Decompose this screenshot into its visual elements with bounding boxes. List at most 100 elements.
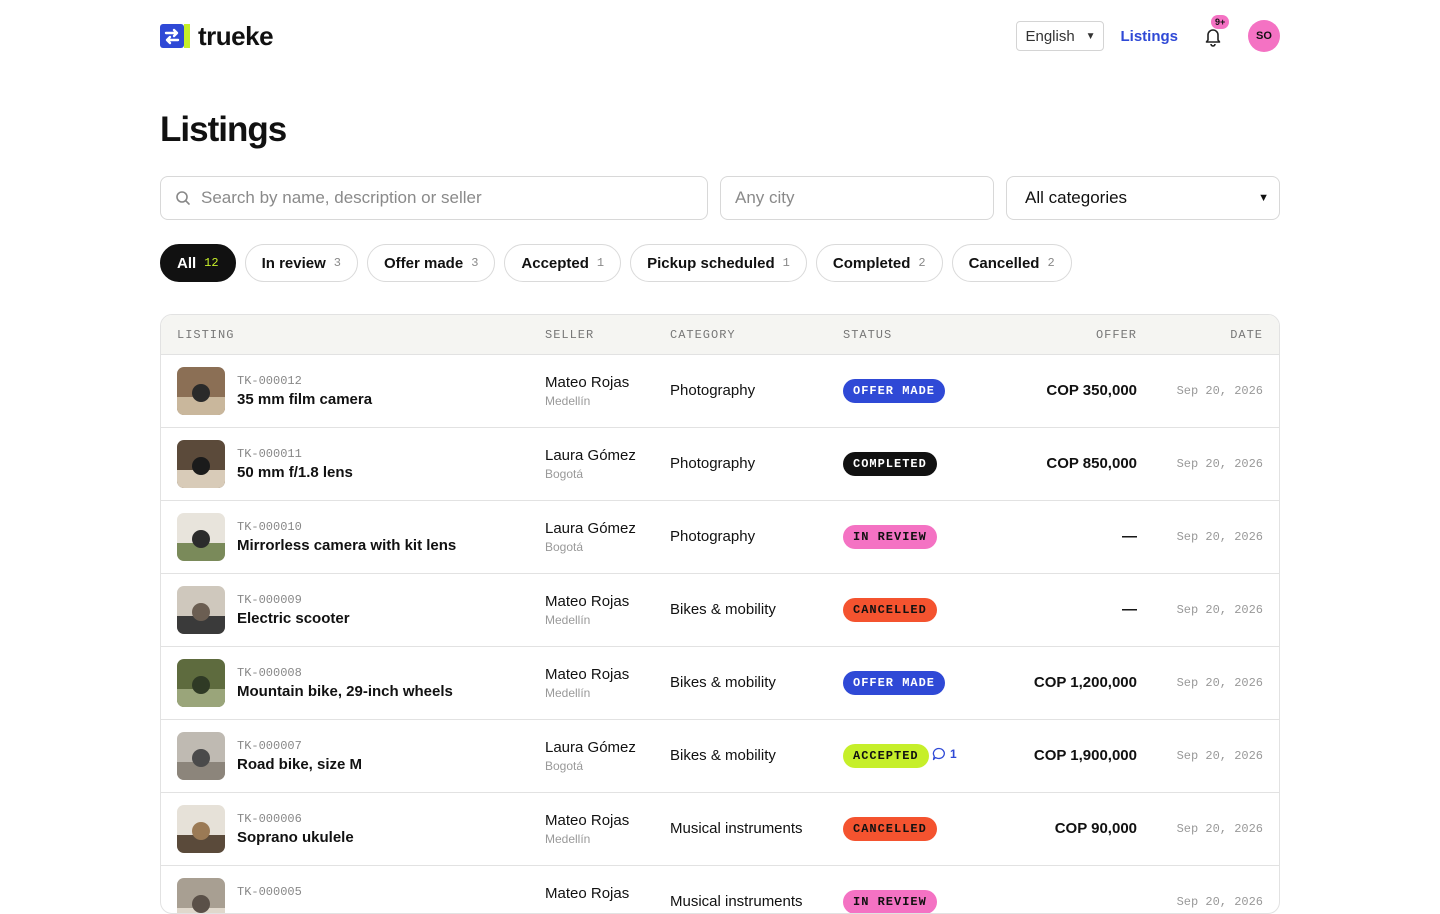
column-header-category[interactable]: CATEGORY <box>670 328 736 342</box>
tab-label: Pickup scheduled <box>647 254 775 272</box>
tab-in-review[interactable]: In review 3 <box>244 244 358 282</box>
seller-city: Medellín <box>545 613 591 627</box>
seller-city: Bogotá <box>545 540 584 554</box>
listing-date: Sep 20, 2026 <box>1176 530 1263 544</box>
table-row[interactable]: TK-000012 35 mm film camera Mateo Rojas Med… <box>161 355 1279 428</box>
chat-bubble-icon <box>932 747 945 761</box>
listing-date: Sep 20, 2026 <box>1176 822 1263 836</box>
city-placeholder: Any city <box>735 188 795 207</box>
listing-category: Photography <box>670 528 756 545</box>
tab-all[interactable]: All 12 <box>160 244 236 282</box>
status-badge: COMPLETED <box>843 452 937 476</box>
column-header-status[interactable]: STATUS <box>843 328 892 342</box>
listing-sku: TK-000012 <box>237 374 302 388</box>
offer-amount: — <box>1122 528 1137 545</box>
table-header: LISTING SELLER CATEGORY STATUS OFFER DAT… <box>161 315 1279 355</box>
table-row[interactable]: TK-000005 Mateo Rojas Musical instruments I… <box>161 866 1279 913</box>
listings-table: LISTING SELLER CATEGORY STATUS OFFER DAT… <box>160 314 1280 914</box>
tab-label: Offer made <box>383 254 464 272</box>
tab-pickup-scheduled[interactable]: Pickup scheduled 1 <box>630 244 807 282</box>
listing-category: Bikes & mobility <box>670 747 776 764</box>
column-header-date[interactable]: DATE <box>1230 328 1263 342</box>
search-input[interactable]: Search by name, description or seller <box>160 176 708 220</box>
listing-date: Sep 20, 2026 <box>1176 676 1263 690</box>
column-header-listing[interactable]: LISTING <box>177 328 234 342</box>
chevron-down-icon: ▼ <box>1085 30 1096 42</box>
nav-right: English ▼ Listings 9+ SO <box>1016 15 1280 52</box>
table-row[interactable]: TK-000009 Electric scooter Mateo Rojas Mede… <box>161 574 1279 647</box>
offer-amount: COP 350,000 <box>1046 382 1137 399</box>
search-icon <box>176 191 190 205</box>
messages-count: 1 <box>950 747 957 761</box>
listing-name[interactable]: Mirrorless camera with kit lens <box>237 537 456 554</box>
seller-city: Medellín <box>545 832 591 846</box>
listing-thumbnail[interactable] <box>177 878 225 913</box>
tab-count: 2 <box>918 256 926 270</box>
page-title: Listings <box>160 110 287 149</box>
listing-sku: TK-000006 <box>237 812 302 826</box>
listing-name[interactable]: 35 mm film camera <box>237 391 372 408</box>
listing-date: Sep 20, 2026 <box>1176 749 1263 763</box>
listing-category: Bikes & mobility <box>670 601 776 618</box>
column-header-seller[interactable]: SELLER <box>545 328 594 342</box>
tab-count: 1 <box>596 256 605 270</box>
seller-name: Laura Gómez <box>545 520 636 537</box>
tab-count: 3 <box>333 256 341 270</box>
brand[interactable]: trueke <box>160 20 274 52</box>
listing-name[interactable]: Road bike, size M <box>237 756 362 773</box>
listing-sku: TK-000011 <box>237 447 302 461</box>
tab-cancelled[interactable]: Cancelled 2 <box>951 244 1072 282</box>
top-bar: trueke English ▼ Listings 9+ SO <box>160 0 1280 72</box>
listing-date: Sep 20, 2026 <box>1176 457 1263 471</box>
listing-name[interactable]: Mountain bike, 29-inch wheels <box>237 683 453 700</box>
tab-completed[interactable]: Completed 2 <box>815 244 943 282</box>
category-value: All categories <box>1025 188 1128 207</box>
trueke-logo-icon <box>160 21 190 51</box>
offer-amount: COP 850,000 <box>1046 455 1137 472</box>
tab-count: 2 <box>1047 256 1055 270</box>
tab-label: In review <box>261 254 326 272</box>
offer-amount: COP 90,000 <box>1054 820 1137 837</box>
column-header-offer[interactable]: OFFER <box>1096 328 1137 342</box>
listing-name[interactable]: Soprano ukulele <box>237 829 354 846</box>
table-row[interactable]: TK-000011 50 mm f/1.8 lens Laura Gómez Bogo… <box>161 428 1279 501</box>
listing-name[interactable]: Electric scooter <box>237 610 350 627</box>
category-select[interactable]: All categories ▼ <box>1006 176 1280 220</box>
table-row[interactable]: TK-000008 Mountain bike, 29-inch wheels Ma… <box>161 647 1279 720</box>
tab-offer-made[interactable]: Offer made 3 <box>366 244 496 282</box>
listing-thumbnail[interactable] <box>177 513 225 561</box>
listing-thumbnail[interactable] <box>177 440 225 488</box>
city-input[interactable]: Any city <box>720 176 994 220</box>
avatar[interactable]: SO <box>1248 20 1280 52</box>
language-select[interactable]: English ▼ <box>1016 21 1105 51</box>
nav-listings-link[interactable]: Listings <box>1120 28 1178 45</box>
notifications-badge: 9+ <box>1211 15 1230 29</box>
listing-thumbnail[interactable] <box>177 586 225 634</box>
notifications-button[interactable]: 9+ <box>1202 15 1230 47</box>
table-row[interactable]: TK-000006 Soprano ukulele Mateo Rojas Medel… <box>161 793 1279 866</box>
offer-amount: COP 1,900,000 <box>1033 747 1137 764</box>
table-row[interactable]: TK-000010 Mirrorless camera with kit lens… <box>161 501 1279 574</box>
brand-name: trueke <box>198 20 274 51</box>
tab-accepted[interactable]: Accepted 1 <box>504 244 622 282</box>
tab-count: 12 <box>204 256 219 270</box>
table-row[interactable]: TK-000007 Road bike, size M Laura Gómez Bog… <box>161 720 1279 793</box>
listing-thumbnail[interactable] <box>177 659 225 707</box>
search-placeholder: Search by name, description or seller <box>201 188 482 207</box>
listing-thumbnail[interactable] <box>177 805 225 853</box>
status-badge: ACCEPTED <box>843 744 929 768</box>
seller-city: Medellín <box>545 686 591 700</box>
listing-category: Photography <box>670 455 756 472</box>
listing-category: Photography <box>670 382 756 399</box>
tab-label: All <box>177 254 197 272</box>
messages-indicator[interactable]: 1 <box>932 747 957 761</box>
listing-sku: TK-000010 <box>237 520 302 534</box>
status-badge: CANCELLED <box>843 598 937 622</box>
listing-name[interactable]: 50 mm f/1.8 lens <box>237 464 353 481</box>
listing-sku: TK-000005 <box>237 885 302 899</box>
listing-thumbnail[interactable] <box>177 367 225 415</box>
status-badge: OFFER MADE <box>843 379 946 403</box>
listing-thumbnail[interactable] <box>177 732 225 780</box>
listing-date: Sep 20, 2026 <box>1176 384 1263 398</box>
tab-count: 3 <box>471 256 479 270</box>
